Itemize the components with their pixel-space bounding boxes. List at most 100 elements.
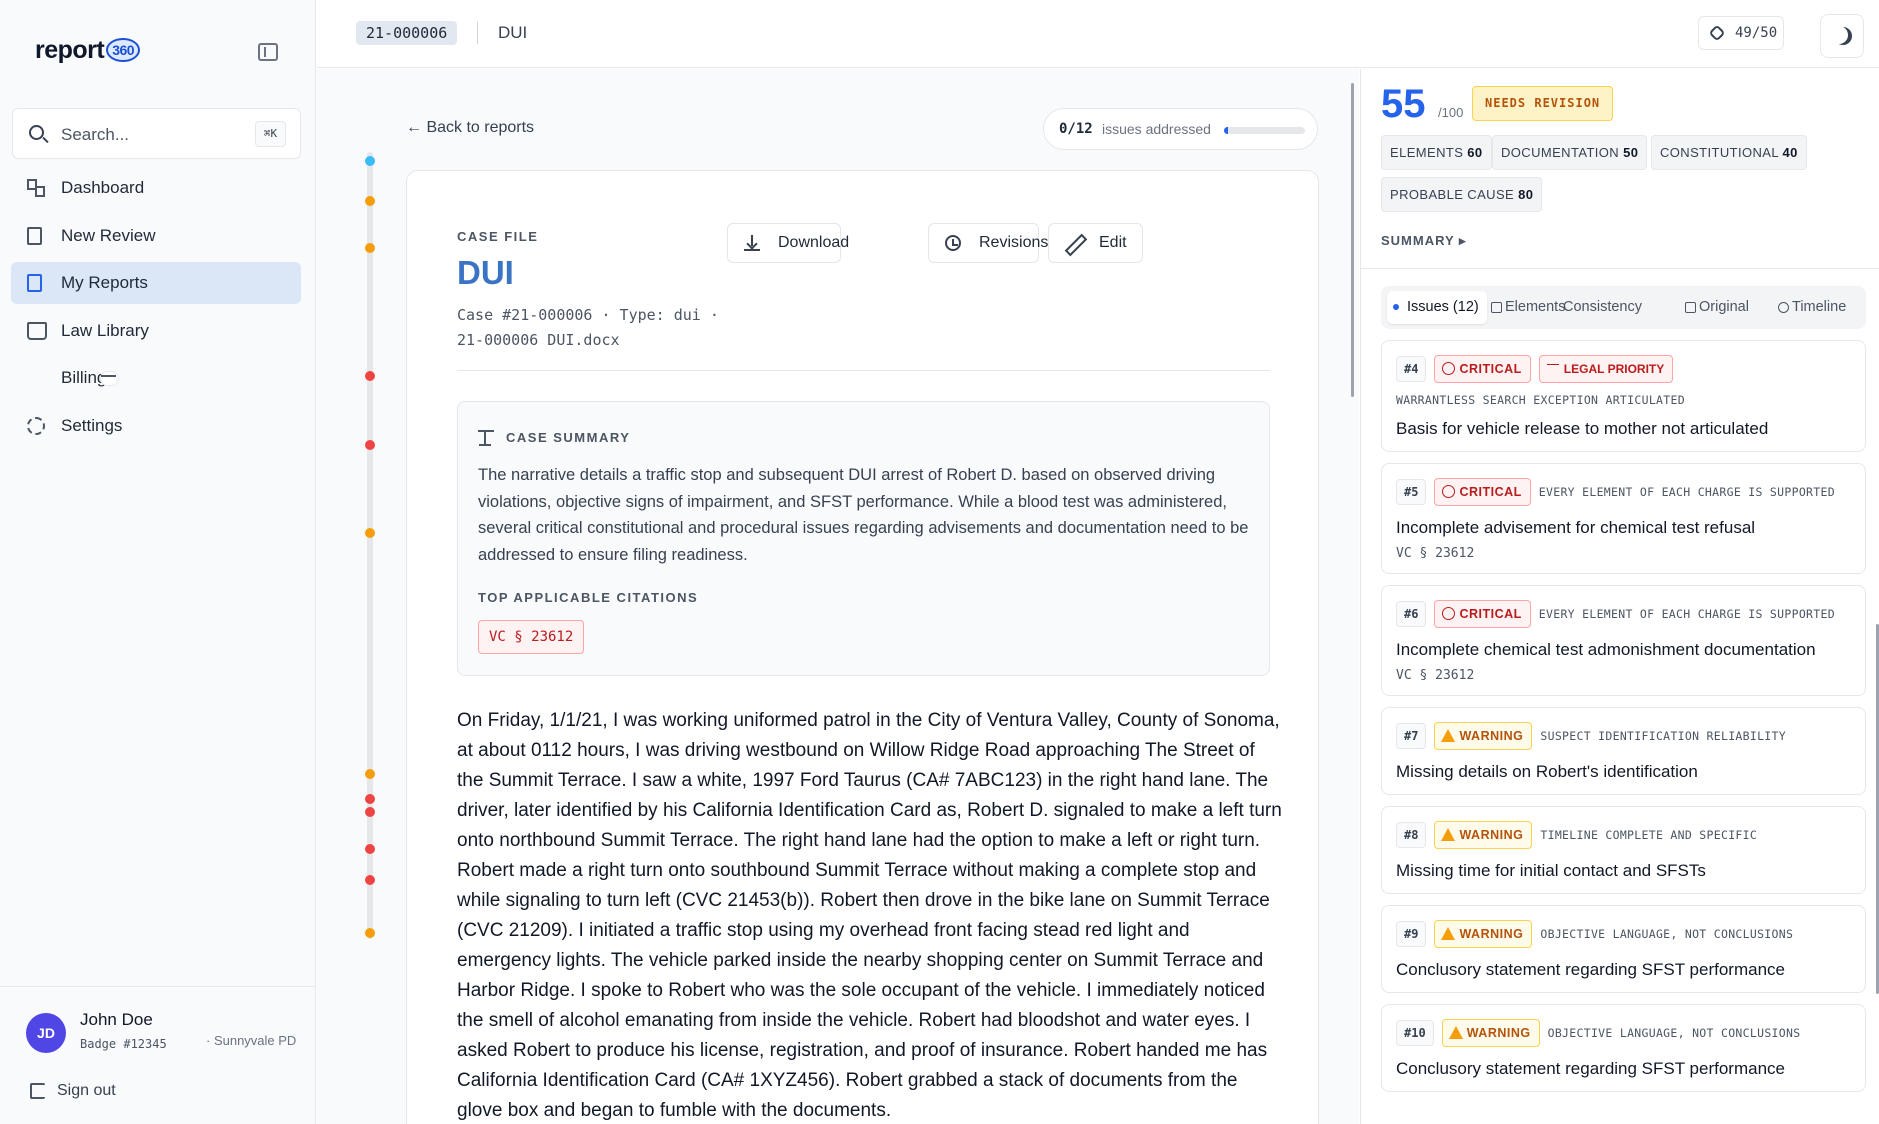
- sign-out-button[interactable]: Sign out: [57, 1082, 116, 1100]
- sidebar-item-dashboard[interactable]: Dashboard: [11, 167, 301, 209]
- severity-label: WARNING: [1459, 729, 1524, 743]
- issue-card[interactable]: #5 CRITICAL EVERY ELEMENT OF EACH CHARGE…: [1381, 463, 1866, 574]
- timeline-marker[interactable]: [365, 875, 375, 885]
- timeline-marker[interactable]: [365, 844, 375, 854]
- sidebar-nav: Dashboard New Review My Reports Law Libr…: [11, 167, 301, 452]
- tab-elements[interactable]: Elements: [1487, 291, 1565, 324]
- tab-original[interactable]: Original: [1681, 291, 1749, 324]
- timeline-marker[interactable]: [365, 156, 375, 166]
- user-profile: JD John Doe Badge #12345 · Sunnyvale PD …: [0, 986, 316, 1124]
- timeline-marker[interactable]: [365, 769, 375, 779]
- severity-badge: CRITICAL: [1434, 355, 1531, 383]
- timeline-marker[interactable]: [365, 440, 375, 450]
- summary-toggle[interactable]: SUMMARY ▸: [1381, 233, 1467, 249]
- issue-citation: VC § 23612: [1396, 668, 1475, 683]
- warning-triangle-icon: [1441, 729, 1456, 742]
- severity-label: CRITICAL: [1459, 485, 1522, 499]
- case-file-name: 21-000006 DUI.docx: [457, 331, 620, 349]
- citations-label: TOP APPLICABLE CITATIONS: [478, 590, 699, 605]
- issue-timeline-rail: [367, 152, 373, 939]
- edit-button[interactable]: Edit: [1048, 223, 1143, 263]
- metric-label: PROBABLE CAUSE: [1390, 187, 1515, 202]
- sidebar-item-new-review[interactable]: New Review: [11, 215, 301, 257]
- issue-category: WARRANTLESS SEARCH EXCEPTION ARTICULATED: [1396, 393, 1685, 407]
- back-to-reports-link[interactable]: ← Back to reports: [406, 119, 534, 137]
- timeline-marker[interactable]: [365, 528, 375, 538]
- revisions-button[interactable]: Revisions: [928, 223, 1048, 263]
- report-card: CASE FILE DUI Case #21-000006 · Type: du…: [406, 170, 1319, 1124]
- issue-card[interactable]: #10 WARNING OBJECTIVE LANGUAGE, NOT CONC…: [1381, 1004, 1866, 1092]
- active-dot-icon: [1393, 304, 1399, 310]
- sidebar-item-label: New Review: [61, 225, 156, 245]
- issue-card[interactable]: #9 WARNING OBJECTIVE LANGUAGE, NOT CONCL…: [1381, 905, 1866, 993]
- timeline-marker[interactable]: [365, 196, 375, 206]
- metric-value: 60: [1467, 145, 1483, 160]
- metric-value: 80: [1518, 187, 1534, 202]
- timeline-marker[interactable]: [365, 807, 375, 817]
- logo-text: report: [35, 36, 105, 64]
- clock-icon: [1778, 302, 1789, 313]
- tab-timeline[interactable]: Timeline: [1774, 291, 1846, 324]
- revisions-label: Revisions: [979, 234, 1049, 251]
- metric-label: DOCUMENTATION: [1501, 145, 1620, 160]
- metric-documentation: DOCUMENTATION 50: [1492, 135, 1648, 170]
- sidebar-collapse-icon[interactable]: [258, 43, 278, 61]
- timeline-marker[interactable]: [365, 928, 375, 938]
- credits-value: 49/50: [1735, 25, 1778, 41]
- timeline-marker[interactable]: [365, 371, 375, 381]
- issue-card[interactable]: #8 WARNING TIMELINE COMPLETE AND SPECIFI…: [1381, 806, 1866, 894]
- sidebar-item-billing[interactable]: Billing: [11, 357, 301, 399]
- progress-count: 0/12: [1059, 121, 1093, 137]
- issue-card[interactable]: #4 CRITICAL LEGAL PRIORITY WARRANTLESS S…: [1381, 340, 1866, 452]
- issue-card[interactable]: #7 WARNING SUSPECT IDENTIFICATION RELIAB…: [1381, 707, 1866, 795]
- sidebar-item-my-reports[interactable]: My Reports: [11, 262, 301, 304]
- edit-label: Edit: [1099, 234, 1127, 251]
- issue-header: #6 CRITICAL EVERY ELEMENT OF EACH CHARGE…: [1396, 600, 1851, 628]
- credits-counter[interactable]: 49/50: [1698, 16, 1784, 50]
- user-name: John Doe: [80, 1010, 153, 1029]
- severity-badge: CRITICAL: [1434, 478, 1531, 506]
- citation-chip[interactable]: VC § 23612: [478, 620, 585, 654]
- severity-badge: WARNING: [1434, 722, 1533, 750]
- sidebar-item-law-library[interactable]: Law Library: [11, 310, 301, 352]
- severity-label: WARNING: [1459, 828, 1524, 842]
- app-logo[interactable]: report 360: [35, 36, 141, 65]
- issue-number: #5: [1396, 479, 1427, 505]
- issue-header: #7 WARNING SUSPECT IDENTIFICATION RELIAB…: [1396, 722, 1851, 750]
- issue-category: OBJECTIVE LANGUAGE, NOT CONCLUSIONS: [1540, 927, 1794, 941]
- sidebar-item-label: Law Library: [61, 320, 149, 340]
- severity-badge: CRITICAL: [1434, 600, 1531, 628]
- case-type-title: DUI: [498, 23, 528, 42]
- timeline-marker[interactable]: [365, 243, 375, 253]
- card-divider: [457, 370, 1270, 371]
- severity-badge: WARNING: [1434, 821, 1533, 849]
- theme-toggle-button[interactable]: [1820, 14, 1864, 58]
- tab-issues[interactable]: Issues (12): [1387, 291, 1487, 324]
- issue-number: #8: [1396, 822, 1427, 848]
- search-input[interactable]: Search... ⌘K: [12, 108, 301, 159]
- warning-triangle-icon: [1448, 1026, 1463, 1039]
- report-narrative[interactable]: On Friday, 1/1/21, I was working uniform…: [457, 706, 1283, 1124]
- issue-title: Missing time for initial contact and SFS…: [1396, 861, 1706, 880]
- download-button[interactable]: Download: [727, 223, 849, 263]
- issue-title: Basis for vehicle release to mother not …: [1396, 419, 1769, 438]
- gear-icon: [27, 416, 45, 435]
- tab-consistency[interactable]: Consistency: [1563, 291, 1642, 324]
- issue-category: OBJECTIVE LANGUAGE, NOT CONCLUSIONS: [1547, 1026, 1801, 1040]
- sidebar-item-settings[interactable]: Settings: [11, 405, 301, 447]
- issue-card[interactable]: #6 CRITICAL EVERY ELEMENT OF EACH CHARGE…: [1381, 585, 1866, 696]
- progress-fill: [1224, 127, 1229, 134]
- issue-number: #4: [1396, 356, 1427, 382]
- panel-tabs: Issues (12) Elements Consistency Origina…: [1381, 286, 1866, 329]
- metric-value: 40: [1782, 145, 1798, 160]
- legal-priority-badge: LEGAL PRIORITY: [1538, 355, 1674, 383]
- new-review-icon: [27, 226, 42, 245]
- timeline-marker[interactable]: [365, 794, 375, 804]
- issue-category: EVERY ELEMENT OF EACH CHARGE IS SUPPORTE…: [1538, 485, 1835, 499]
- main-scrollbar[interactable]: [1351, 83, 1354, 397]
- issue-number: #9: [1396, 921, 1427, 947]
- avatar[interactable]: JD: [26, 1013, 66, 1053]
- report-view: ← Back to reports 0/12 issues addressed …: [317, 69, 1359, 1124]
- tab-label: Timeline: [1792, 299, 1847, 315]
- user-badge: Badge #12345: [80, 1037, 167, 1051]
